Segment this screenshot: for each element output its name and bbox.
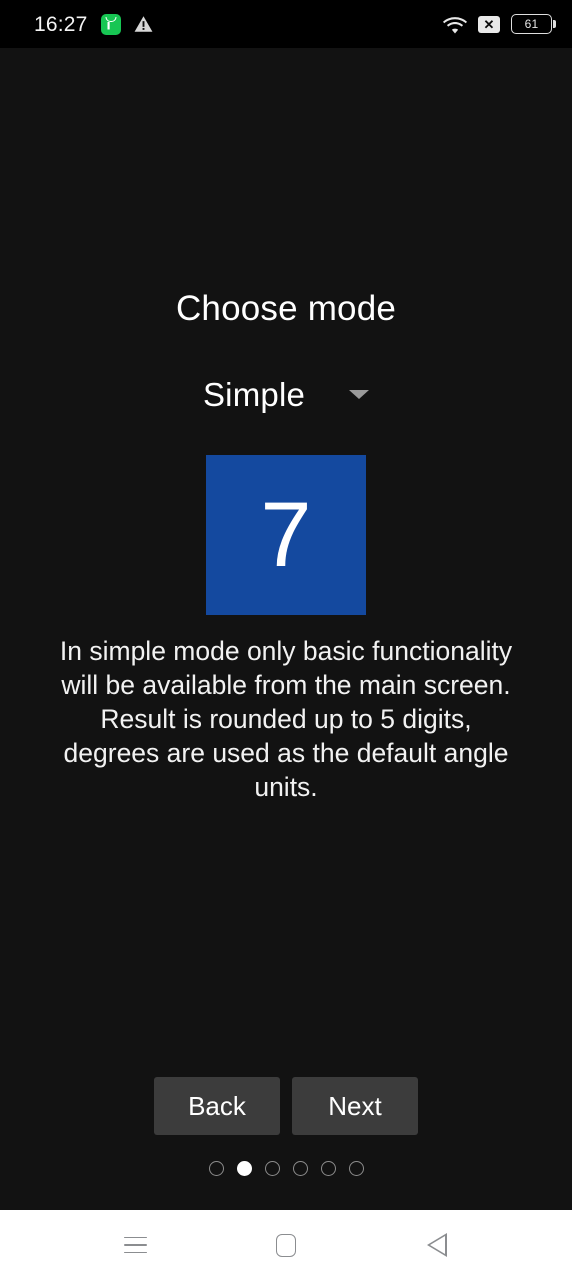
- wizard-nav-buttons: Back Next: [154, 1077, 418, 1135]
- mode-illustration-number: 7: [260, 484, 312, 586]
- mode-dropdown[interactable]: Simple: [201, 374, 371, 415]
- phone-screen: 16:27 ✕ 61 Choose mode Simple 7 In simpl…: [0, 0, 572, 1280]
- battery-icon: 61: [511, 14, 552, 34]
- menu-icon[interactable]: [107, 1221, 163, 1269]
- page-dot-4[interactable]: [292, 1161, 308, 1176]
- status-bar-left: 16:27: [34, 12, 153, 36]
- page-dot-3[interactable]: [264, 1161, 280, 1176]
- mode-selected-value: Simple: [202, 376, 306, 413]
- wizard-footer: Back Next: [0, 1077, 572, 1176]
- page-dot-5[interactable]: [320, 1161, 336, 1176]
- page-indicator: [208, 1161, 364, 1176]
- status-bar-right: ✕ 61: [443, 14, 552, 34]
- next-button[interactable]: Next: [292, 1077, 418, 1135]
- mode-illustration: 7: [206, 455, 366, 615]
- chevron-down-icon: [349, 390, 370, 399]
- warning-triangle-icon: [134, 15, 153, 33]
- wizard-content: Choose mode Simple 7 In simple mode only…: [0, 48, 572, 1210]
- android-navigation-bar: [0, 1210, 572, 1280]
- status-bar-clock: 16:27: [34, 12, 88, 36]
- page-title: Choose mode: [175, 289, 397, 328]
- battery-level-label: 61: [524, 17, 539, 31]
- x-box-icon: ✕: [478, 15, 500, 33]
- green-app-pause-icon: [100, 13, 121, 35]
- status-bar: 16:27 ✕ 61: [0, 0, 572, 48]
- back-icon[interactable]: [409, 1221, 465, 1269]
- page-dot-1[interactable]: [208, 1161, 224, 1176]
- page-dot-6[interactable]: [348, 1161, 364, 1176]
- mode-description: In simple mode only basic functionality …: [59, 636, 513, 802]
- back-button[interactable]: Back: [154, 1077, 280, 1135]
- wifi-icon: [443, 15, 467, 34]
- page-dot-2[interactable]: [236, 1161, 252, 1176]
- home-icon[interactable]: [258, 1221, 314, 1269]
